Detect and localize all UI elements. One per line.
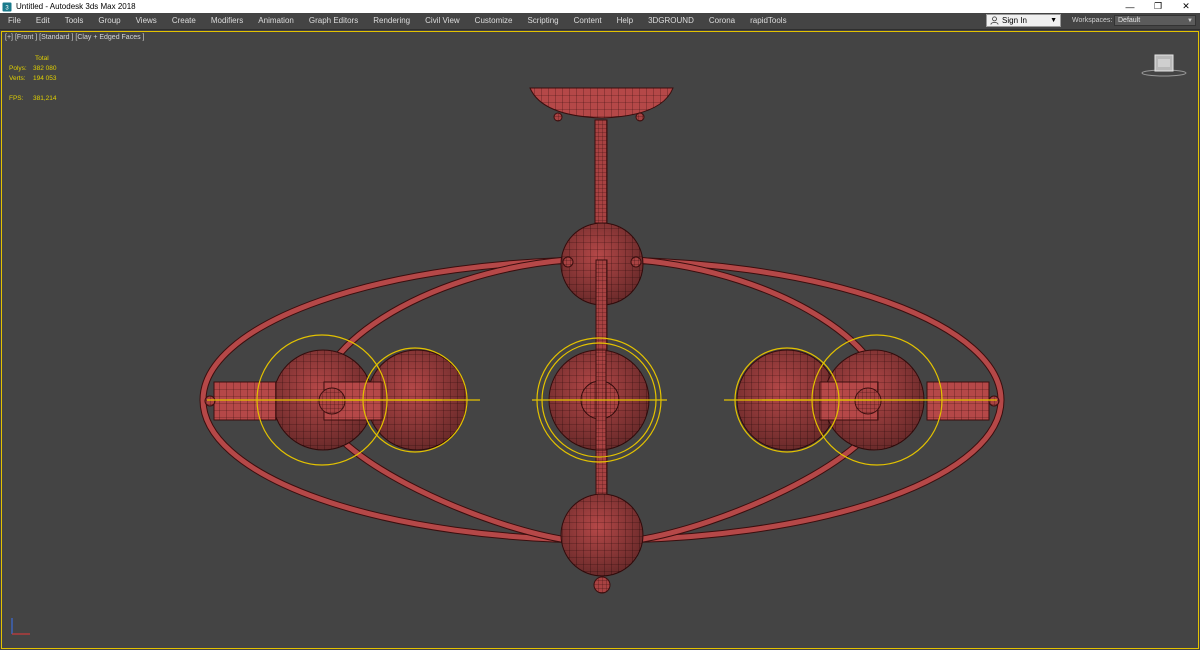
window-title: Untitled - Autodesk 3ds Max 2018 — [16, 2, 136, 11]
sign-in-label: Sign In — [1002, 16, 1027, 25]
menu-help[interactable]: Help — [609, 13, 640, 29]
menu-modifiers[interactable]: Modifiers — [203, 13, 250, 29]
menu-edit[interactable]: Edit — [28, 13, 57, 29]
menu-3dground[interactable]: 3DGROUND — [641, 13, 702, 29]
menu-file[interactable]: File — [0, 13, 28, 29]
left-outer-socket — [213, 381, 277, 421]
front-viewport[interactable]: [+] [Front ] [Standard ] [Clay + Edged F… — [1, 31, 1199, 649]
restore-button[interactable]: ❐ — [1144, 0, 1172, 13]
menu-content[interactable]: Content — [566, 13, 609, 29]
menu-customize[interactable]: Customize — [467, 13, 520, 29]
menu-corona[interactable]: Corona — [701, 13, 742, 29]
menu-create[interactable]: Create — [164, 13, 203, 29]
3dsmax-app-icon: 3 — [2, 2, 12, 11]
canopy-screw-right — [635, 112, 645, 122]
chandelier-model[interactable] — [2, 32, 1198, 648]
ceiling-canopy — [529, 87, 674, 119]
menu-group[interactable]: Group — [91, 13, 128, 29]
minimize-button[interactable]: — — [1116, 0, 1144, 13]
workspaces-label: Workspaces: — [1072, 17, 1113, 24]
menu-tools[interactable]: Tools — [57, 13, 91, 29]
viewcube-icon[interactable] — [1140, 53, 1188, 79]
menu-rendering[interactable]: Rendering — [366, 13, 418, 29]
workspaces-select[interactable]: Default ▼ — [1114, 15, 1196, 26]
right-outer-socket — [926, 381, 990, 421]
chevron-down-icon: ▼ — [1050, 17, 1057, 24]
close-button[interactable]: ✕ — [1172, 0, 1200, 13]
menu-graph-editors[interactable]: Graph Editors — [301, 13, 365, 29]
title-bar: 3 Untitled - Autodesk 3ds Max 2018 — ❐ ✕ — [0, 0, 1200, 13]
canopy-screw-left — [553, 112, 563, 122]
user-icon — [990, 16, 999, 25]
axis-tripod-icon — [11, 618, 30, 635]
menu-views[interactable]: Views — [128, 13, 164, 29]
workspaces-value: Default — [1118, 17, 1141, 24]
menu-scripting[interactable]: Scripting — [520, 13, 566, 29]
sign-in-dropdown[interactable]: Sign In ▼ — [986, 14, 1061, 27]
chevron-down-icon: ▼ — [1187, 17, 1193, 24]
down-rod — [594, 119, 608, 224]
menu-rapidtools[interactable]: rapidTools — [743, 13, 794, 29]
menu-animation[interactable]: Animation — [251, 13, 302, 29]
menu-civil-view[interactable]: Civil View — [418, 13, 468, 29]
